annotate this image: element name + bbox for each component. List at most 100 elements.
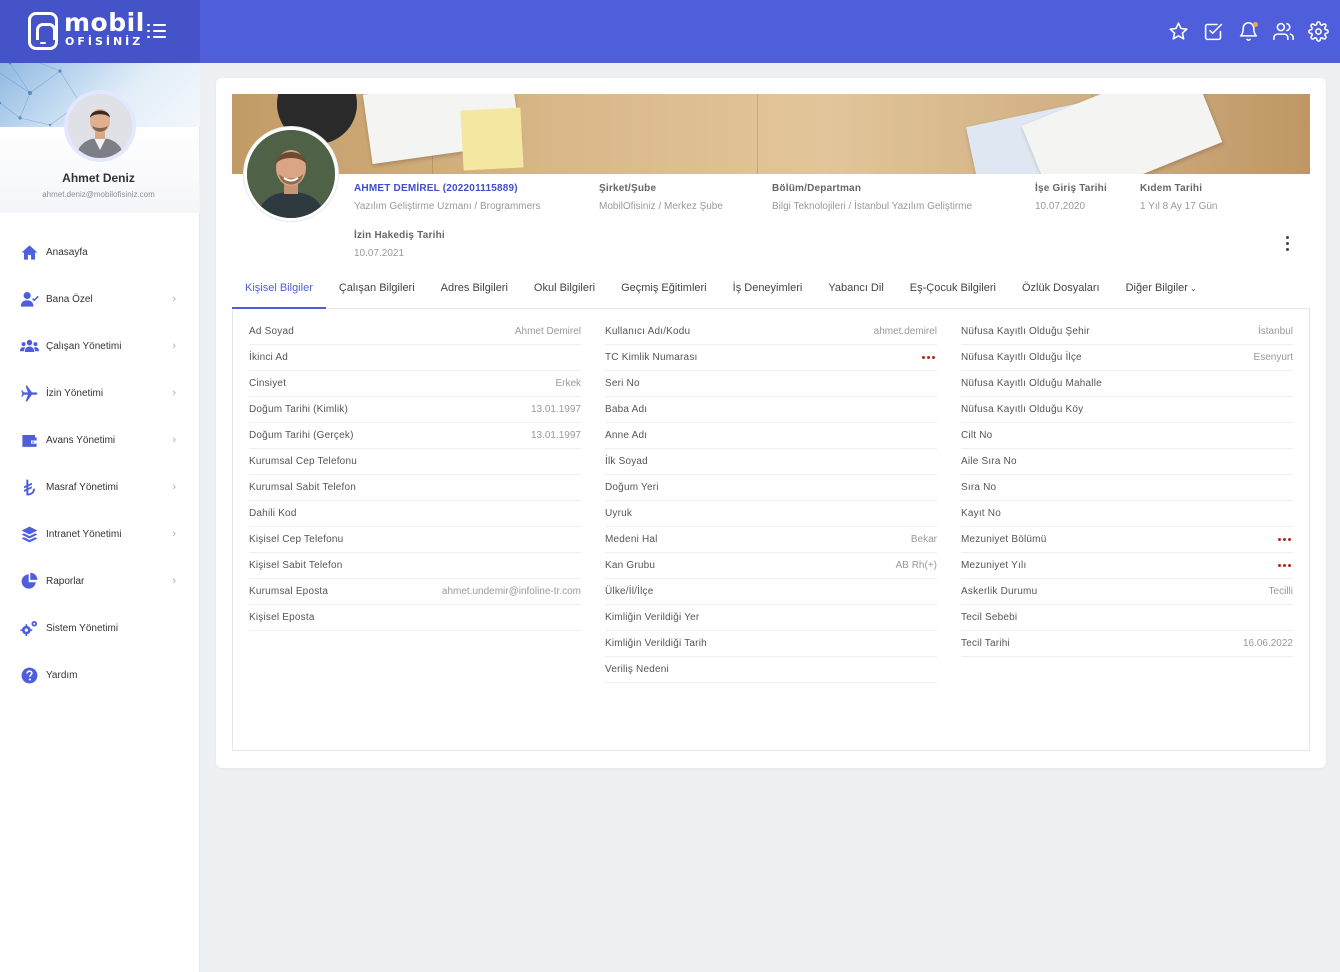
sidebar-item-label: Raporlar	[46, 576, 85, 587]
field-label: Mezuniyet Yılı	[961, 560, 1027, 571]
field-row: Kimliğin Verildiği Tarih	[605, 631, 937, 657]
field-label: Doğum Tarihi (Kimlik)	[249, 404, 349, 415]
reveal-dots-icon[interactable]	[1278, 538, 1291, 541]
field-label: Kimliğin Verildiği Yer	[605, 612, 700, 623]
reveal-dots-icon[interactable]	[922, 356, 935, 359]
field-label: Veriliş Nedeni	[605, 664, 669, 675]
field-row: Aile Sıra No	[961, 449, 1293, 475]
field-value: Bekar	[910, 534, 937, 545]
field-value: ahmet.undemir@infoline-tr.com	[441, 586, 581, 597]
sidebar-item-intranet-yonetimi[interactable]: Intranet Yönetimi ›	[0, 511, 200, 558]
field-row: Ülke/İl/İlçe	[605, 579, 937, 605]
field-row: Kişisel Eposta	[249, 605, 581, 631]
field-row: Nüfusa Kayıtlı Olduğu Mahalle	[961, 371, 1293, 397]
field-label: Tecil Tarihi	[961, 638, 1010, 649]
tab-adres-bilgileri[interactable]: Adres Bilgileri	[428, 273, 521, 309]
reveal-dots-icon[interactable]	[1278, 564, 1291, 567]
sidebar-item-masraf-yonetimi[interactable]: Masraf Yönetimi ›	[0, 464, 200, 511]
seniority-value: 1 Yıl 8 Ay 17 Gün	[1140, 201, 1218, 212]
sidebar-item-label: Avans Yönetimi	[46, 435, 116, 446]
tab-es-cocuk-bilgileri[interactable]: Eş-Çocuk Bilgileri	[897, 273, 1009, 309]
personal-info-panel: Ad Soyad Ahmet Demirel İkinci Ad Cinsiyet Er…	[232, 309, 1310, 751]
field-row: Kullanıcı Adı/Kodu ahmet.demirel	[605, 319, 937, 345]
cover-image	[232, 94, 1310, 174]
tab-okul-bilgileri[interactable]: Okul Bilgileri	[521, 273, 608, 309]
sidebar-item-anasayfa[interactable]: Anasayfa	[0, 229, 200, 276]
menu-toggle-icon[interactable]	[147, 22, 167, 40]
field-row: Sıra No	[961, 475, 1293, 501]
field-row: Mezuniyet Yılı	[961, 553, 1293, 579]
sidebar-item-label: Yardım	[46, 670, 78, 681]
field-label: Kan Grubu	[605, 560, 656, 571]
field-row: Doğum Tarihi (Gerçek) 13.01.1997	[249, 423, 581, 449]
field-row: Kimliğin Verildiği Yer	[605, 605, 937, 631]
field-column-3: Nüfusa Kayıtlı Olduğu Şehir İstanbul Nüfus…	[961, 319, 1293, 657]
field-row: Kişisel Cep Telefonu	[249, 527, 581, 553]
tab-yabanci-dil[interactable]: Yabancı Dil	[815, 273, 896, 309]
sidebar-item-label: Intranet Yönetimi	[46, 529, 122, 540]
avatar[interactable]	[64, 90, 136, 162]
logo-subtext: OFİSİNİZ	[65, 35, 144, 48]
tab-calisan-bilgileri[interactable]: Çalışan Bilgileri	[326, 273, 428, 309]
sidebar-nav: Anasayfa Bana Özel › Çalışan Yönetimi › …	[0, 229, 200, 699]
field-row: Baba Adı	[605, 397, 937, 423]
star-icon[interactable]	[1161, 14, 1196, 49]
field-label: Askerlik Durumu	[961, 586, 1038, 597]
field-label: Nüfusa Kayıtlı Olduğu Şehir	[961, 326, 1090, 337]
lira-icon	[19, 478, 39, 498]
field-row: Kurumsal Cep Telefonu	[249, 449, 581, 475]
tab-ozluk-dosyalari[interactable]: Özlük Dosyaları	[1009, 273, 1113, 309]
field-label: Ad Soyad	[249, 326, 294, 337]
field-label: İkinci Ad	[249, 352, 289, 363]
sidebar-item-izin-yonetimi[interactable]: İzin Yönetimi ›	[0, 370, 200, 417]
field-value: İstanbul	[1257, 326, 1293, 337]
leave-date-label: İzin Hakediş Tarihi	[354, 230, 445, 241]
tab-is-deneyimleri[interactable]: İş Deneyimleri	[720, 273, 816, 309]
sidebar-item-bana-ozel[interactable]: Bana Özel ›	[0, 276, 200, 323]
field-row: Nüfusa Kayıtlı Olduğu Köy	[961, 397, 1293, 423]
field-label: Tecil Sebebi	[961, 612, 1018, 623]
start-date-block: İşe Giriş Tarihi 10.07.2020	[1035, 183, 1107, 212]
employee-name-block: AHMET DEMİREL (202201115889) Yazılım Gel…	[354, 183, 541, 212]
field-label: Doğum Tarihi (Gerçek)	[249, 430, 354, 441]
sidebar-item-label: Sistem Yönetimi	[46, 623, 119, 634]
field-label: Kayıt No	[961, 508, 1001, 519]
field-label: Kimliğin Verildiği Tarih	[605, 638, 707, 649]
field-row: Doğum Yeri	[605, 475, 937, 501]
chevron-right-icon: ›	[172, 387, 176, 399]
check-square-icon[interactable]	[1196, 14, 1231, 49]
sidebar-item-yardim[interactable]: Yardım	[0, 652, 200, 699]
sidebar-item-label: Masraf Yönetimi	[46, 482, 119, 493]
field-label: Medeni Hal	[605, 534, 658, 545]
sidebar-item-label: Anasayfa	[46, 247, 88, 258]
employee-photo[interactable]	[244, 127, 338, 221]
field-label: Kurumsal Cep Telefonu	[249, 456, 357, 467]
field-label: Anne Adı	[605, 430, 648, 441]
tab-diger-bilgiler[interactable]: Diğer Bilgiler ⌄	[1113, 273, 1210, 309]
field-label: Aile Sıra No	[961, 456, 1017, 467]
chevron-right-icon: ›	[172, 434, 176, 446]
sidebar-item-avans-yonetimi[interactable]: Avans Yönetimi ›	[0, 417, 200, 464]
tab-label: Diğer Bilgiler	[1125, 282, 1188, 294]
sidebar-item-sistem-yonetimi[interactable]: Sistem Yönetimi	[0, 605, 200, 652]
tab-gecmis-egitimleri[interactable]: Geçmiş Eğitimleri	[608, 273, 720, 309]
gear-icon[interactable]	[1301, 14, 1336, 49]
field-row: Veriliş Nedeni	[605, 657, 937, 683]
bell-icon[interactable]	[1231, 14, 1266, 49]
sidebar-item-calisan-yonetimi[interactable]: Çalışan Yönetimi ›	[0, 323, 200, 370]
brand-area: mobil OFİSİNİZ	[0, 0, 200, 63]
field-label: TC Kimlik Numarası	[605, 352, 698, 363]
more-options-icon[interactable]	[1284, 236, 1290, 252]
users-icon[interactable]	[1266, 14, 1301, 49]
sidebar-item-raporlar[interactable]: Raporlar ›	[0, 558, 200, 605]
employee-name: AHMET DEMİREL (202201115889)	[354, 183, 518, 194]
sidebar: Ahmet Deniz ahmet.deniz@mobilofisiniz.co…	[0, 63, 200, 972]
field-row: Seri No	[605, 371, 937, 397]
field-label: Baba Adı	[605, 404, 648, 415]
pie-chart-icon	[19, 572, 39, 592]
field-label: Kişisel Sabit Telefon	[249, 560, 343, 571]
sidebar-item-label: Bana Özel	[46, 294, 93, 305]
user-name: Ahmet Deniz	[62, 171, 135, 185]
field-row: Nüfusa Kayıtlı Olduğu Şehir İstanbul	[961, 319, 1293, 345]
tab-kisisel-bilgiler[interactable]: Kişisel Bilgiler	[232, 273, 326, 309]
